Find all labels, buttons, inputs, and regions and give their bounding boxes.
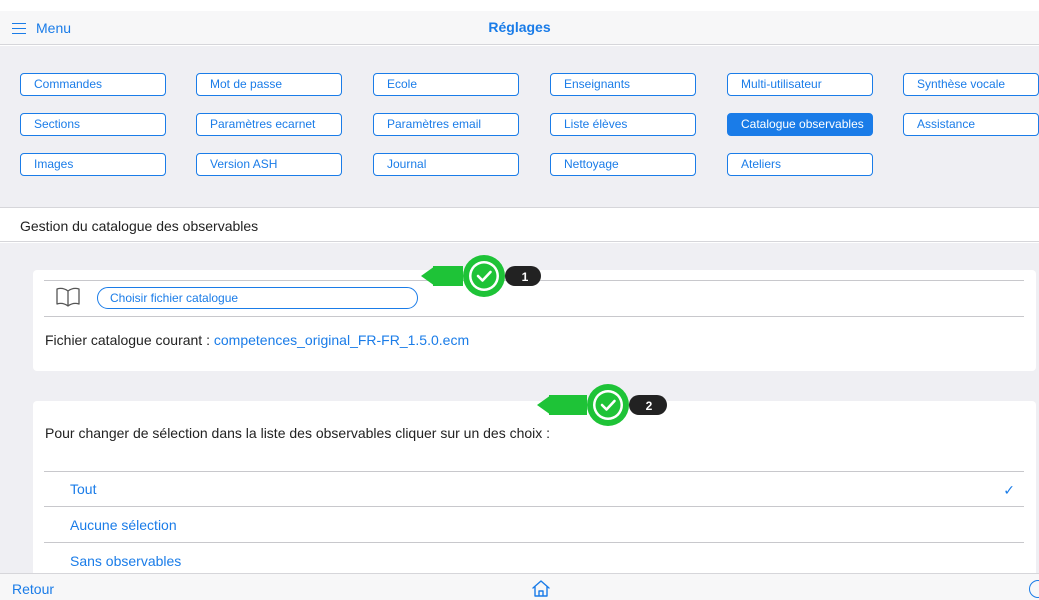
- tab-multi-utilisateur[interactable]: Multi-utilisateur: [727, 73, 873, 96]
- option-sans-observables[interactable]: Sans observables: [70, 553, 181, 569]
- step-badge-1: 1: [421, 255, 541, 297]
- tab-enseignants[interactable]: Enseignants: [550, 73, 696, 96]
- tab-sections[interactable]: Sections: [20, 113, 166, 136]
- tab-journal[interactable]: Journal: [373, 153, 519, 176]
- step-badge-2: 2: [537, 384, 667, 426]
- divider: [44, 471, 1024, 472]
- tab-images[interactable]: Images: [20, 153, 166, 176]
- tab-mot-de-passe[interactable]: Mot de passe: [196, 73, 342, 96]
- divider: [44, 542, 1024, 543]
- choose-catalogue-file-button[interactable]: Choisir fichier catalogue: [97, 287, 418, 309]
- bottom-toolbar: Retour: [0, 573, 1039, 600]
- content-area: Choisir fichier catalogue Fichier catalo…: [0, 243, 1039, 573]
- current-file-name: competences_original_FR-FR_1.5.0.ecm: [213, 332, 470, 348]
- tab-nettoyage[interactable]: Nettoyage: [550, 153, 696, 176]
- option-tout[interactable]: Tout: [70, 481, 96, 497]
- page-title: Réglages: [488, 19, 551, 35]
- tab-liste-eleves[interactable]: Liste élèves: [550, 113, 696, 136]
- help-icon[interactable]: [1029, 580, 1039, 598]
- divider: [44, 316, 1024, 317]
- settings-tabs: Commandes Mot de passe Ecole Enseignants…: [0, 46, 1039, 207]
- current-catalogue-file: Fichier catalogue courant : competences_…: [45, 332, 469, 348]
- tab-parametres-ecarnet[interactable]: Paramètres ecarnet: [196, 113, 342, 136]
- option-aucune-selection[interactable]: Aucune sélection: [70, 517, 177, 533]
- book-icon: [56, 287, 80, 307]
- tab-version-ash[interactable]: Version ASH: [196, 153, 342, 176]
- tab-commandes[interactable]: Commandes: [20, 73, 166, 96]
- section-header: Gestion du catalogue des observables: [0, 207, 1039, 242]
- selection-card: Pour changer de sélection dans la liste …: [33, 401, 1036, 573]
- step-number-2: 2: [646, 399, 653, 413]
- divider: [44, 506, 1024, 507]
- selected-check-icon: ✓: [1003, 482, 1015, 498]
- step-number-1: 1: [522, 270, 529, 284]
- tab-assistance[interactable]: Assistance: [903, 113, 1039, 136]
- home-icon[interactable]: [531, 579, 551, 598]
- tab-catalogue-observables[interactable]: Catalogue observables: [727, 113, 873, 136]
- top-margin: [0, 0, 1039, 11]
- navigation-bar: Menu Réglages: [0, 11, 1039, 45]
- section-title: Gestion du catalogue des observables: [20, 218, 259, 234]
- tab-synthese-vocale[interactable]: Synthèse vocale: [903, 73, 1039, 96]
- selection-instruction: Pour changer de sélection dans la liste …: [45, 425, 551, 441]
- current-file-label: Fichier catalogue courant :: [45, 332, 210, 348]
- tab-ecole[interactable]: Ecole: [373, 73, 519, 96]
- tab-ateliers[interactable]: Ateliers: [727, 153, 873, 176]
- back-button[interactable]: Retour: [12, 581, 54, 597]
- tab-parametres-email[interactable]: Paramètres email: [373, 113, 519, 136]
